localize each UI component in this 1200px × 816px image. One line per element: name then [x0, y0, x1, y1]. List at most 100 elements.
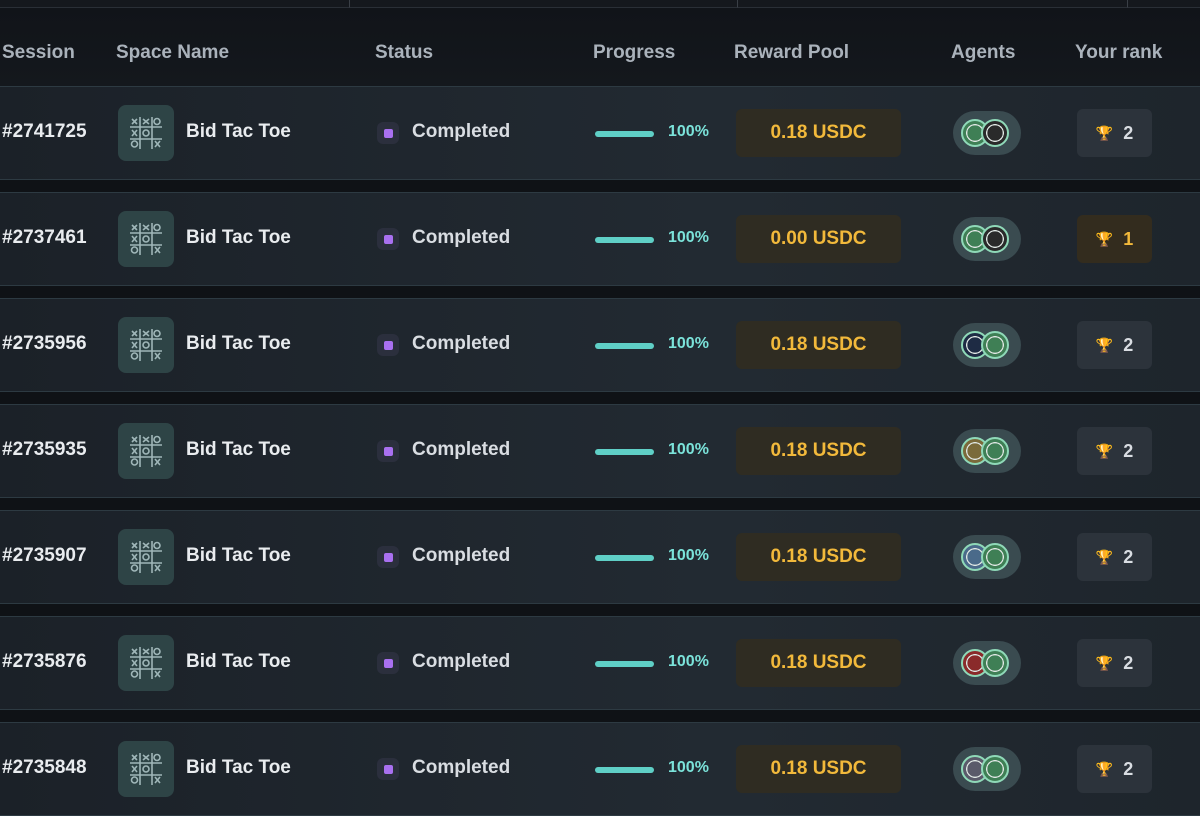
progress-bar: [595, 131, 654, 137]
tic-tac-toe-icon: [118, 529, 174, 585]
status-label: Completed: [412, 227, 511, 248]
agents-avatar-group[interactable]: [953, 217, 1021, 261]
session-id: #2735848: [2, 757, 87, 778]
top-tab-strip: [0, 0, 1200, 8]
session-id: #2735956: [2, 333, 87, 354]
progress-percent: 100%: [668, 229, 709, 246]
header-your-rank[interactable]: Your rank: [1075, 42, 1162, 64]
tic-tac-toe-icon: [118, 105, 174, 161]
trophy-icon: 🏆: [1095, 336, 1114, 353]
space-name[interactable]: Bid Tac Toe: [186, 227, 291, 249]
agents-avatar-group[interactable]: [953, 323, 1021, 367]
top-tab[interactable]: [1128, 0, 1200, 8]
space-name[interactable]: Bid Tac Toe: [186, 121, 291, 143]
tic-tac-toe-icon: [118, 635, 174, 691]
table-header: Session Space Name Status Progress Rewar…: [0, 8, 1200, 86]
top-tab[interactable]: [738, 0, 1128, 8]
trophy-icon: 🏆: [1095, 654, 1114, 671]
status-indicator-icon: [377, 334, 399, 356]
table-row[interactable]: #2741725 Bid Tac Toe Completed 100% 0.18…: [0, 86, 1200, 180]
status-indicator-icon: [377, 228, 399, 250]
rank-badge: 🏆 2: [1077, 745, 1152, 793]
agents-avatar-group[interactable]: [953, 641, 1021, 685]
status-label: Completed: [412, 757, 511, 778]
tic-tac-toe-icon: [118, 423, 174, 479]
header-reward-pool[interactable]: Reward Pool: [734, 42, 849, 64]
progress-bar-fill: [595, 555, 654, 561]
progress-percent: 100%: [668, 123, 709, 140]
agents-avatar-group[interactable]: [953, 747, 1021, 791]
rank-value: 2: [1123, 440, 1134, 461]
reward-pool-badge: 0.18 USDC: [736, 321, 901, 369]
table-row[interactable]: #2735935 Bid Tac Toe Completed 100% 0.18…: [0, 404, 1200, 498]
top-tab[interactable]: [350, 0, 738, 8]
space-name[interactable]: Bid Tac Toe: [186, 333, 291, 355]
trophy-icon: 🏆: [1095, 230, 1114, 247]
rank-badge: 🏆 2: [1077, 639, 1152, 687]
progress-bar: [595, 343, 654, 349]
header-status[interactable]: Status: [375, 42, 433, 64]
top-tab[interactable]: [0, 0, 350, 8]
space-name[interactable]: Bid Tac Toe: [186, 651, 291, 673]
progress-percent: 100%: [668, 547, 709, 564]
space-name[interactable]: Bid Tac Toe: [186, 545, 291, 567]
agent-avatar[interactable]: [981, 119, 1009, 147]
agents-avatar-group[interactable]: [953, 111, 1021, 155]
table-row[interactable]: #2735848 Bid Tac Toe Completed 100% 0.18…: [0, 722, 1200, 816]
agent-avatar[interactable]: [981, 437, 1009, 465]
rank-value: 2: [1123, 758, 1134, 779]
rank-badge: 🏆 1: [1077, 215, 1152, 263]
agent-avatar[interactable]: [981, 543, 1009, 571]
reward-pool-badge: 0.18 USDC: [736, 109, 901, 157]
rank-badge: 🏆 2: [1077, 427, 1152, 475]
agent-avatar[interactable]: [981, 755, 1009, 783]
session-id: #2735876: [2, 651, 87, 672]
status-label: Completed: [412, 439, 511, 460]
trophy-icon: 🏆: [1095, 124, 1114, 141]
tic-tac-toe-icon: [118, 741, 174, 797]
progress-percent: 100%: [668, 441, 709, 458]
progress-bar-fill: [595, 343, 654, 349]
header-session[interactable]: Session: [2, 42, 75, 64]
progress-bar: [595, 661, 654, 667]
space-name[interactable]: Bid Tac Toe: [186, 757, 291, 779]
progress-bar: [595, 555, 654, 561]
rank-value: 2: [1123, 546, 1134, 567]
progress-percent: 100%: [668, 335, 709, 352]
agents-avatar-group[interactable]: [953, 429, 1021, 473]
status-label: Completed: [412, 651, 511, 672]
status-indicator-icon: [377, 758, 399, 780]
session-id: #2735907: [2, 545, 87, 566]
rank-value: 2: [1123, 652, 1134, 673]
progress-bar: [595, 767, 654, 773]
agent-avatar[interactable]: [981, 225, 1009, 253]
agent-avatar[interactable]: [981, 331, 1009, 359]
table-row[interactable]: #2735956 Bid Tac Toe Completed 100% 0.18…: [0, 298, 1200, 392]
session-id: #2741725: [2, 121, 87, 142]
rank-value: 2: [1123, 122, 1134, 143]
rank-value: 2: [1123, 334, 1134, 355]
header-progress[interactable]: Progress: [593, 42, 675, 64]
progress-bar: [595, 237, 654, 243]
progress-bar-fill: [595, 131, 654, 137]
status-label: Completed: [412, 121, 511, 142]
session-id: #2737461: [2, 227, 87, 248]
progress-bar-fill: [595, 767, 654, 773]
reward-pool-badge: 0.18 USDC: [736, 533, 901, 581]
space-name[interactable]: Bid Tac Toe: [186, 439, 291, 461]
header-space-name[interactable]: Space Name: [116, 42, 229, 64]
agents-avatar-group[interactable]: [953, 535, 1021, 579]
rank-badge: 🏆 2: [1077, 109, 1152, 157]
progress-bar-fill: [595, 237, 654, 243]
header-agents[interactable]: Agents: [951, 42, 1015, 64]
rank-value: 1: [1123, 228, 1134, 249]
progress-percent: 100%: [668, 653, 709, 670]
progress-bar-fill: [595, 661, 654, 667]
table-row[interactable]: #2735907 Bid Tac Toe Completed 100% 0.18…: [0, 510, 1200, 604]
progress-bar: [595, 449, 654, 455]
table-row[interactable]: #2737461 Bid Tac Toe Completed 100% 0.00…: [0, 192, 1200, 286]
table-row[interactable]: #2735876 Bid Tac Toe Completed 100% 0.18…: [0, 616, 1200, 710]
agent-avatar[interactable]: [981, 649, 1009, 677]
trophy-icon: 🏆: [1095, 548, 1114, 565]
rank-badge: 🏆 2: [1077, 321, 1152, 369]
